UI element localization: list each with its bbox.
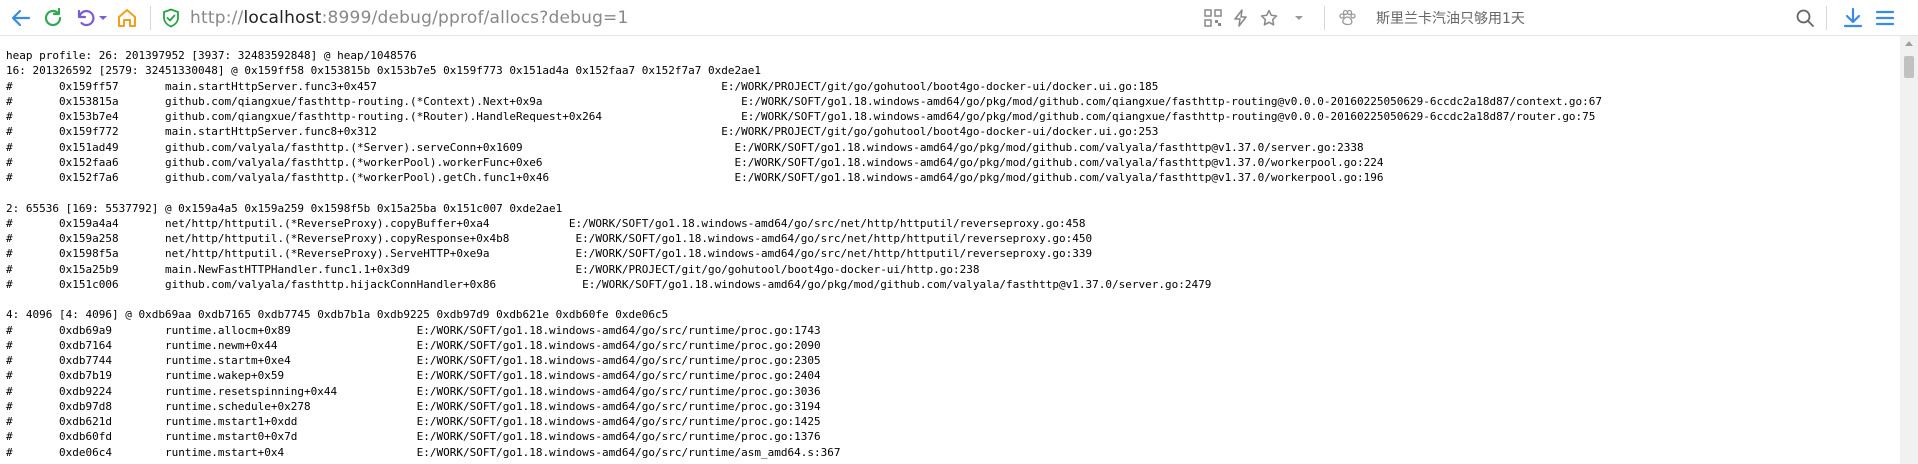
address-url[interactable]: http://localhost:8999/debug/pprof/allocs… xyxy=(190,8,629,28)
home-icon xyxy=(118,9,136,27)
search-button[interactable] xyxy=(1792,5,1818,31)
scroll-up-button[interactable] xyxy=(1900,36,1918,50)
address-bar[interactable]: http://localhost:8999/debug/pprof/allocs… xyxy=(190,4,1318,32)
stack-frame-line: # 0x159f772 main.startHttpServer.func8+0… xyxy=(6,125,1159,139)
refresh-icon xyxy=(44,7,62,27)
downloads-button[interactable] xyxy=(1840,5,1866,31)
star-icon xyxy=(1260,9,1278,26)
undo-icon xyxy=(77,9,95,27)
scroll-up-arrow-icon xyxy=(1905,41,1913,46)
profile-record-line: heap profile: 26: 201397952 [3937: 32483… xyxy=(6,49,417,62)
stack-frame-line: # 0x15a25b9 main.NewFastHTTPHandler.func… xyxy=(6,262,980,276)
stack-frame-line: # 0x152faa6 github.com/valyala/fasthttp.… xyxy=(6,155,1384,169)
stack-frame-line: # 0x1598f5a net/http/httputil.(*ReverseP… xyxy=(6,247,1093,261)
caret-down-icon xyxy=(99,16,107,20)
toolbar-divider xyxy=(150,6,151,30)
stack-frame-line: # 0x151ad49 github.com/valyala/fasthttp.… xyxy=(6,140,1364,154)
paw-search-engine-button[interactable] xyxy=(1334,5,1360,31)
undo-dropdown-button[interactable] xyxy=(96,5,110,31)
undo-close-tab-button[interactable] xyxy=(72,5,98,31)
shield-check-icon xyxy=(163,8,179,28)
search-placeholder[interactable]: 斯里兰卡汽油只够用1天 xyxy=(1376,8,1525,28)
menu-button[interactable] xyxy=(1872,5,1898,31)
home-button[interactable] xyxy=(114,5,140,31)
stack-frame-line: # 0xde06c4 runtime.mstart+0x4 E:/WORK/SO… xyxy=(6,445,841,459)
search-box[interactable]: 斯里兰卡汽油只够用1天 xyxy=(1368,4,1808,32)
stack-frame-line: # 0x159a4a4 net/http/httputil.(*ReverseP… xyxy=(6,216,1086,230)
download-icon xyxy=(1843,7,1863,28)
stack-frame-line: # 0x153815a github.com/qiangxue/fasthttp… xyxy=(6,94,1603,108)
qr-code-button[interactable] xyxy=(1200,5,1226,31)
hamburger-menu-icon xyxy=(1875,10,1895,26)
stack-frame-line: # 0x152f7a6 github.com/valyala/fasthttp.… xyxy=(6,171,1384,184)
address-dropdown-button[interactable] xyxy=(1292,5,1306,31)
toolbar-divider xyxy=(1324,6,1325,30)
stack-frame-line: # 0x151c006 github.com/valyala/fasthttp.… xyxy=(6,277,1212,291)
bookmark-button[interactable] xyxy=(1256,5,1282,31)
stack-frame-line: # 0xdb621d runtime.mstart1+0xdd E:/WORK/… xyxy=(6,415,821,428)
site-security-button[interactable] xyxy=(158,5,184,31)
arrow-left-icon xyxy=(11,9,31,27)
scrollbar-thumb[interactable] xyxy=(1904,56,1914,78)
qr-code-icon xyxy=(1204,9,1222,27)
stack-frame-line: # 0xdb69a9 runtime.allocm+0x89 E:/WORK/S… xyxy=(6,323,821,337)
profile-record-line: 16: 201326592 [2579: 32451330048] @ 0x15… xyxy=(6,64,761,78)
vertical-scrollbar[interactable] xyxy=(1900,36,1918,464)
paw-icon xyxy=(1339,9,1356,26)
profile-record-line: 4: 4096 [4: 4096] @ 0xdb69aa 0xdb7165 0x… xyxy=(6,308,669,322)
speed-mode-button[interactable] xyxy=(1228,5,1254,31)
stack-frame-line: # 0xdb97d8 runtime.schedule+0x278 E:/WOR… xyxy=(6,399,821,413)
search-icon xyxy=(1796,9,1814,27)
refresh-button[interactable] xyxy=(40,5,66,31)
stack-frame-line: # 0xdb7164 runtime.newm+0x44 E:/WORK/SOF… xyxy=(6,338,821,352)
caret-down-icon xyxy=(1295,16,1303,20)
browser-toolbar: http://localhost:8999/debug/pprof/allocs… xyxy=(0,0,1918,36)
lightning-icon xyxy=(1234,9,1247,27)
stack-frame-line: # 0x159a258 net/http/httputil.(*ReverseP… xyxy=(6,232,1093,245)
stack-frame-line: # 0xdb7b19 runtime.wakep+0x59 E:/WORK/SO… xyxy=(6,369,821,383)
back-button[interactable] xyxy=(8,5,34,31)
stack-frame-line: # 0xdb60fd runtime.mstart0+0x7d E:/WORK/… xyxy=(6,430,821,444)
profile-record-line: 2: 65536 [169: 5537792] @ 0x159a4a5 0x15… xyxy=(6,201,563,215)
heap-profile-text: heap profile: 26: 201397952 [3937: 32483… xyxy=(0,36,1900,460)
toolbar-divider xyxy=(1826,6,1827,30)
stack-frame-line: # 0x153b7e4 github.com/qiangxue/fasthttp… xyxy=(6,110,1596,123)
page-content: heap profile: 26: 201397952 [3937: 32483… xyxy=(0,36,1900,464)
stack-frame-line: # 0x159ff57 main.startHttpServer.func3+0… xyxy=(6,79,1159,93)
stack-frame-line: # 0xdb9224 runtime.resetspinning+0x44 E:… xyxy=(6,384,821,398)
stack-frame-line: # 0xdb7744 runtime.startm+0xe4 E:/WORK/S… xyxy=(6,354,821,367)
